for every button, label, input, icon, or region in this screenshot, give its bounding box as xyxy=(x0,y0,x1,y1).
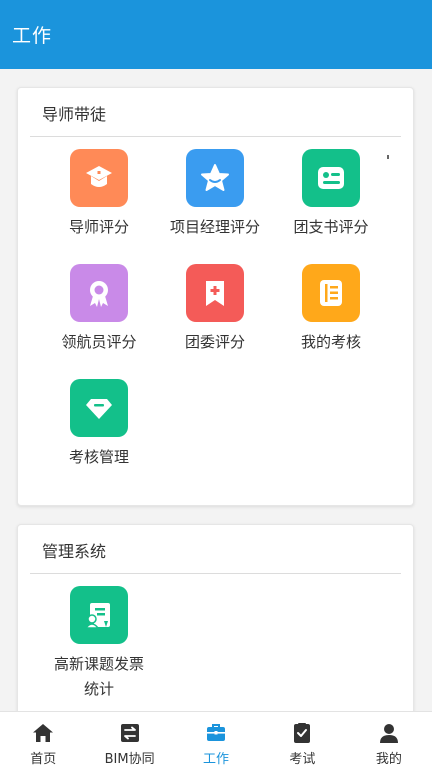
notebook-icon xyxy=(302,264,360,322)
nav-item-home[interactable]: 首页 xyxy=(0,712,86,768)
graduation-cap-icon xyxy=(70,149,128,207)
nav-label: 考试 xyxy=(289,752,316,767)
app-header: 工作 xyxy=(0,0,432,69)
bookmark-plus-icon xyxy=(186,264,244,322)
page-title: 工作 xyxy=(12,25,53,47)
user-icon xyxy=(379,724,398,743)
nav-item-exam[interactable]: 考试 xyxy=(259,712,345,768)
certificate-user-icon xyxy=(70,586,128,644)
item-label: 团支书评分 xyxy=(293,218,369,236)
grid-item-mentor-score[interactable]: 导师评分 xyxy=(41,149,157,240)
section-card-management: 管理系统 高新课题发票统计 xyxy=(17,524,414,724)
grid-item-league-secretary-score[interactable]: 团支书评分 xyxy=(273,149,389,240)
exchange-icon xyxy=(120,724,139,742)
item-label: 项目经理评分 xyxy=(170,218,261,236)
item-label: 考核管理 xyxy=(68,448,129,466)
nav-item-mine[interactable]: 我的 xyxy=(346,712,432,768)
section-title: 导师带徒 xyxy=(42,105,107,124)
star-icon xyxy=(186,149,244,207)
item-label: 团委评分 xyxy=(184,333,245,351)
nav-item-bim[interactable]: BIM协同 xyxy=(86,712,172,768)
diamond-icon xyxy=(70,379,128,437)
nav-label: 工作 xyxy=(203,752,230,767)
grid-item-pm-score[interactable]: 项目经理评分 xyxy=(157,149,273,240)
section-title: 管理系统 xyxy=(42,542,107,561)
section-card-mentorship: 导师带徒 导师评分 项目经理评分 团支书评分 领航员评分 团委评分 我的考核 考… xyxy=(17,87,414,506)
bottom-nav: 首页 BIM协同 工作 考试 我的 xyxy=(0,711,432,768)
nav-label: 我的 xyxy=(375,752,402,767)
nav-label: 首页 xyxy=(30,752,57,767)
section-divider xyxy=(30,573,401,574)
grid-item-invoice-stats[interactable]: 高新课题发票统计 xyxy=(41,586,157,702)
award-ribbon-icon xyxy=(70,264,128,322)
item-label: 我的考核 xyxy=(300,333,361,351)
nav-item-work[interactable]: 工作 xyxy=(173,712,259,768)
id-card-icon xyxy=(302,149,360,207)
item-label: 导师评分 xyxy=(68,218,129,236)
briefcase-icon xyxy=(207,724,226,741)
nav-label: BIM协同 xyxy=(104,752,155,767)
grid-item-assessment-management[interactable]: 考核管理 xyxy=(41,379,157,470)
item-label: 高新课题发票统计 xyxy=(54,655,145,698)
grid-item-my-assessment[interactable]: 我的考核 xyxy=(273,264,389,355)
checklist-icon xyxy=(294,723,311,743)
grid-item-committee-score[interactable]: 团委评分 xyxy=(157,264,273,355)
item-label: 领航员评分 xyxy=(61,333,137,351)
grid-item-navigator-score[interactable]: 领航员评分 xyxy=(41,264,157,355)
section-divider xyxy=(30,136,401,137)
home-icon xyxy=(33,724,54,742)
